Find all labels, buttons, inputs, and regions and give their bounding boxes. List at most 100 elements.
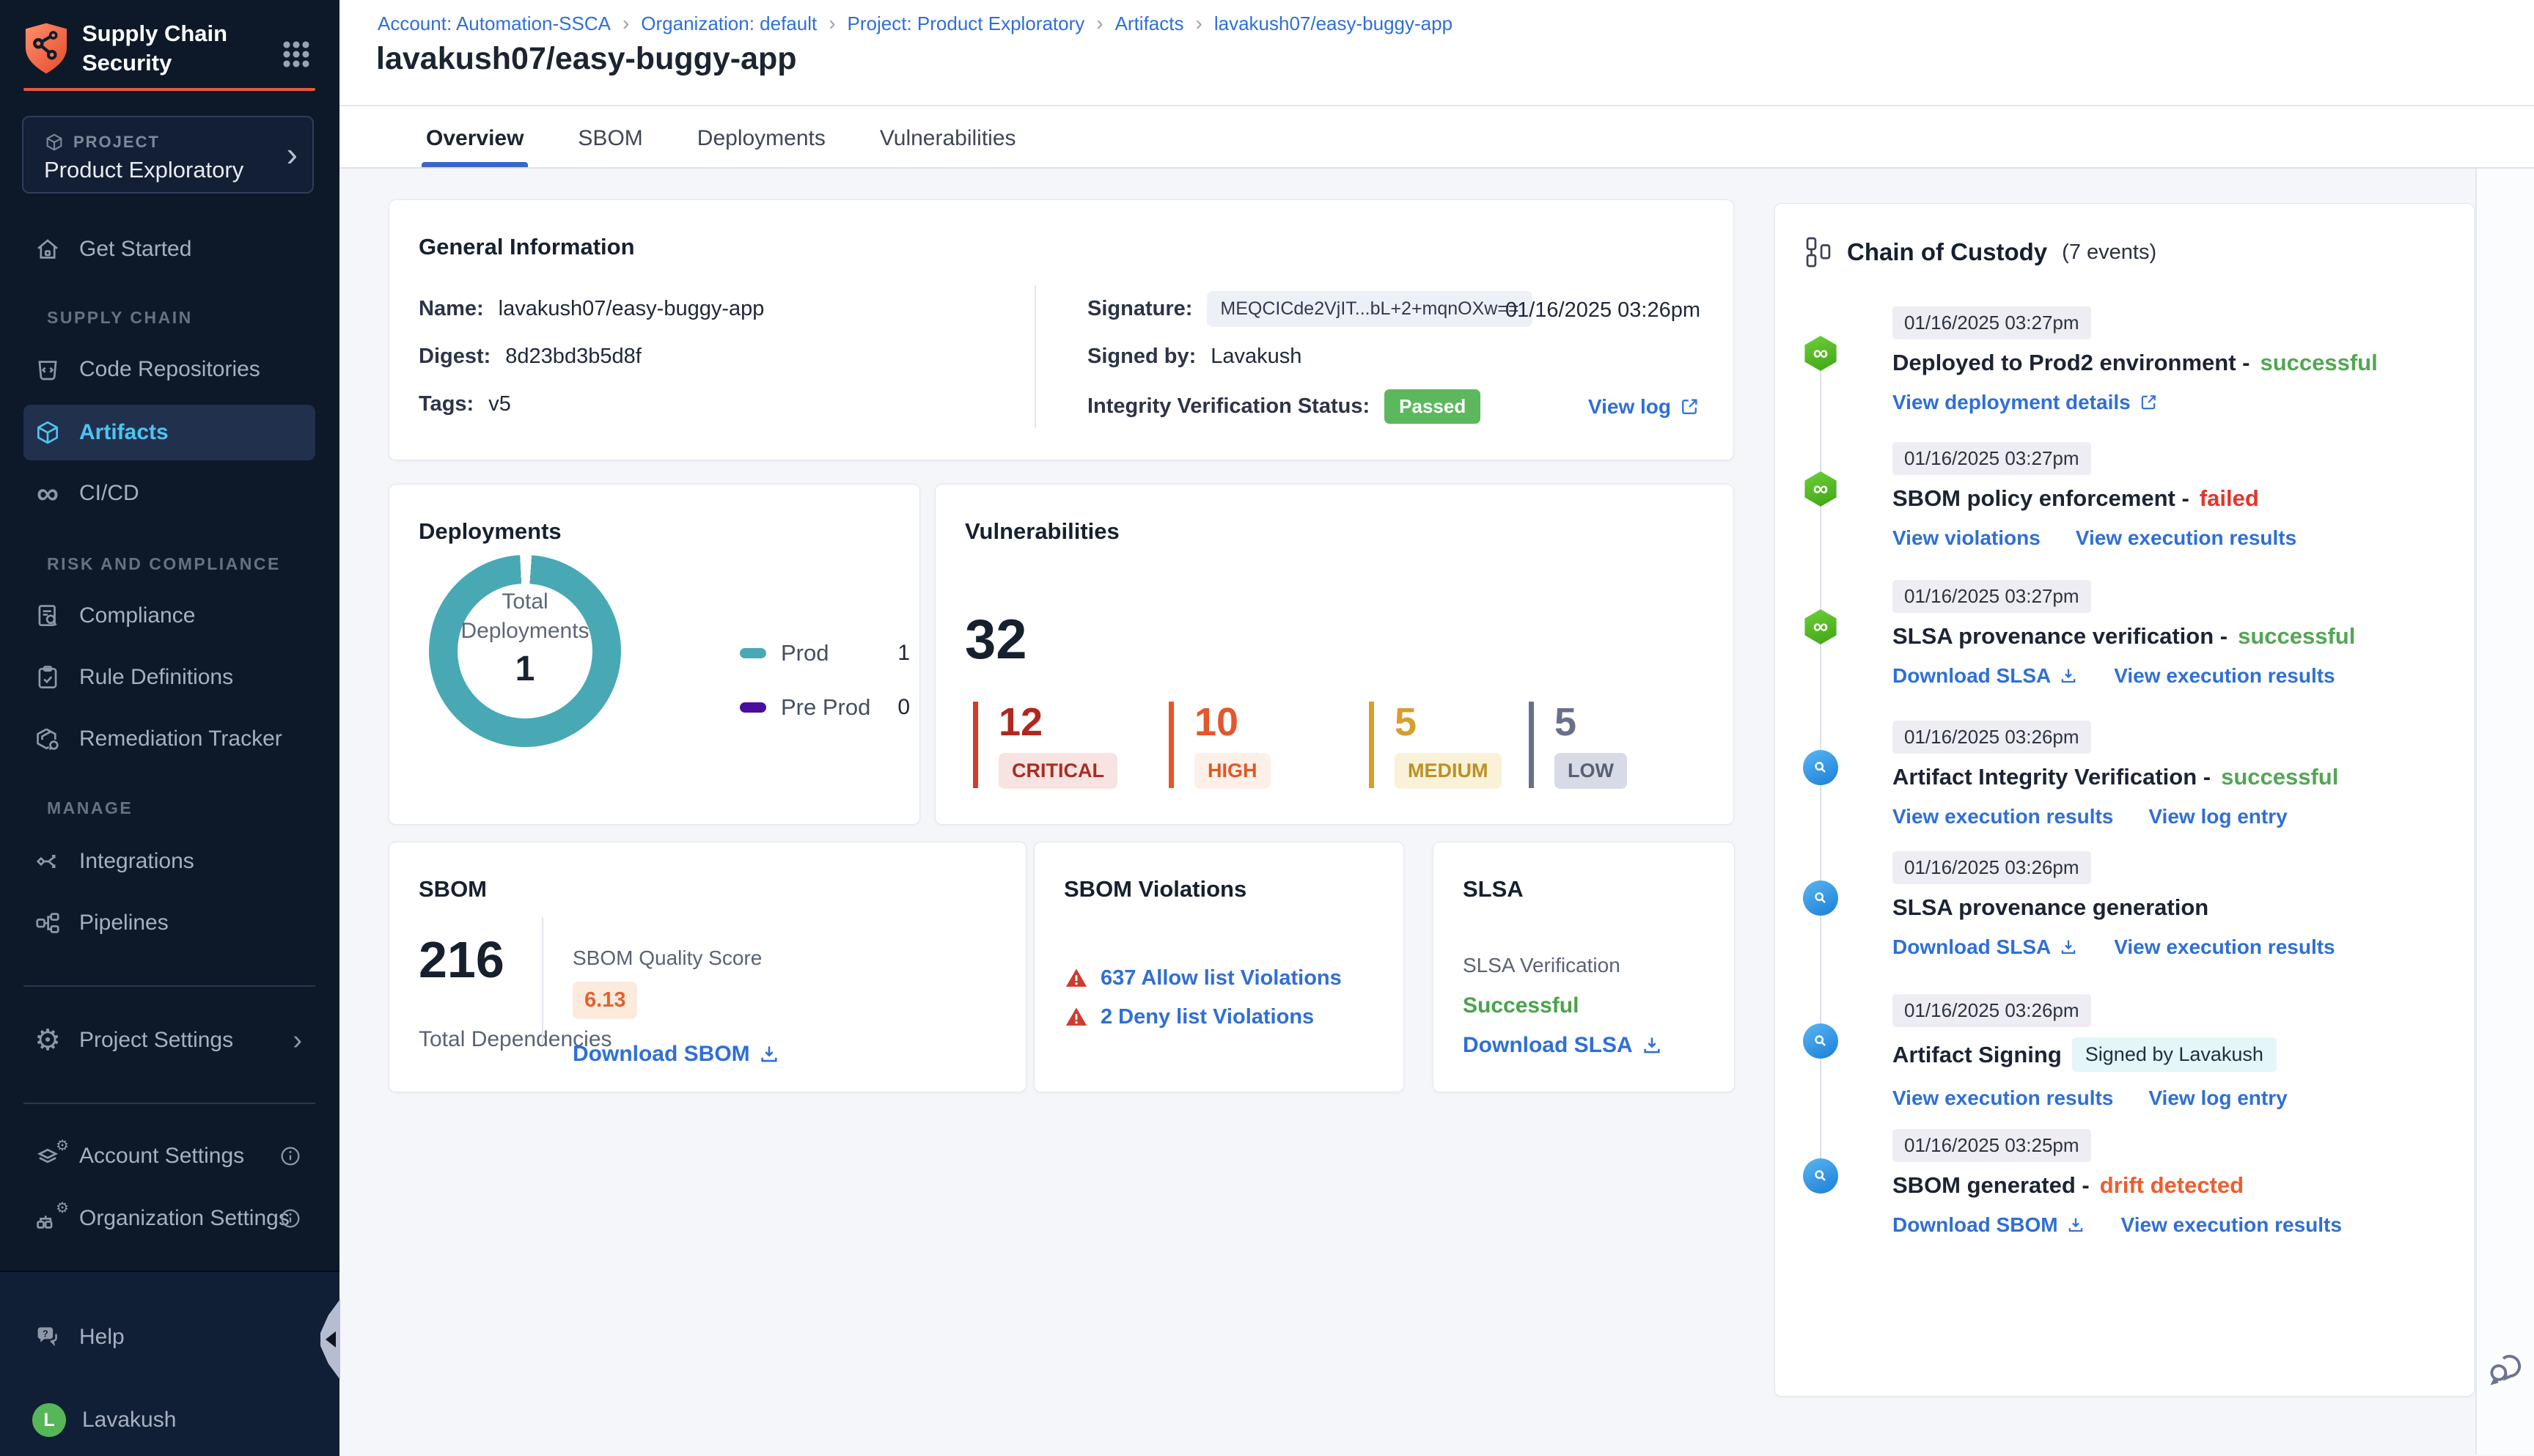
home-icon	[32, 235, 63, 263]
deny-list-violations-link[interactable]: 2 Deny list Violations	[1101, 1005, 1314, 1029]
download-slsa-link[interactable]: Download SLSA	[1892, 935, 2079, 959]
download-slsa-link[interactable]: Download SLSA	[1892, 664, 2079, 688]
info-icon[interactable]	[279, 1207, 302, 1230]
vertical-divider	[542, 917, 543, 1043]
download-slsa-link[interactable]: Download SLSA	[1463, 1033, 1664, 1058]
sidebar-item-help[interactable]: ? Help	[23, 1309, 315, 1365]
view-log-entry-link[interactable]: View log entry	[2148, 1087, 2287, 1110]
chat-feedback-icon[interactable]	[2484, 1347, 2527, 1390]
tab-overview[interactable]: Overview	[422, 110, 529, 167]
sidebar-item-code-repositories[interactable]: Code Repositories	[23, 342, 315, 397]
tags-row: Tags: v5	[419, 392, 511, 416]
tab-vulnerabilities[interactable]: Vulnerabilities	[875, 110, 1021, 167]
timeline-event: ∞ 01/16/2025 03:27pm SLSA provenance ver…	[1804, 580, 2442, 688]
info-icon[interactable]	[279, 1144, 302, 1168]
view-log-entry-link[interactable]: View log entry	[2148, 805, 2287, 828]
breadcrumb-separator: ›	[829, 12, 836, 34]
project-name: Product Exploratory	[44, 157, 244, 183]
scs-step-icon	[1803, 1023, 1838, 1059]
event-status: drift detected	[2099, 1172, 2244, 1198]
severity-low: 5 LOW	[1529, 702, 1627, 789]
sidebar-item-compliance[interactable]: Compliance	[23, 588, 315, 644]
view-violations-link[interactable]: View violations	[1892, 526, 2041, 550]
view-execution-results-link[interactable]: View execution results	[2114, 935, 2335, 959]
timeline-event: 01/16/2025 03:26pm Artifact Signing Sign…	[1803, 994, 2442, 1110]
sidebar-divider	[23, 1103, 315, 1104]
brand-accent-rule	[23, 88, 315, 91]
allow-list-violations-link[interactable]: 637 Allow list Violations	[1101, 966, 1342, 990]
brand: Supply Chain Security	[23, 19, 227, 78]
digest-value: 8d23bd3b5d8f	[505, 345, 642, 368]
breadcrumb-project[interactable]: Project: Product Exploratory	[848, 12, 1085, 35]
sidebar-item-integrations[interactable]: Integrations	[23, 834, 315, 889]
sidebar-item-artifacts[interactable]: Artifacts	[23, 405, 315, 460]
scroll-gutter	[2475, 169, 2534, 1455]
donut-center-label: Total Deployments 1	[429, 587, 621, 689]
event-status: successful	[2238, 623, 2356, 649]
sidebar-divider	[23, 985, 315, 987]
total-dependencies-value: 216	[419, 931, 504, 988]
chain-of-custody-card: Chain of Custody (7 events) ∞ 01/16/2025…	[1774, 203, 2475, 1397]
warning-icon	[1064, 966, 1089, 990]
section-manage: MANAGE	[47, 798, 133, 817]
general-information-card: General Information Name: lavakush07/eas…	[389, 199, 1734, 460]
sidebar-item-rule-definitions[interactable]: Rule Definitions	[23, 650, 315, 705]
download-sbom-link[interactable]: Download SBOM	[1892, 1213, 2086, 1237]
collapse-arrow-icon	[326, 1331, 336, 1347]
tab-deployments[interactable]: Deployments	[693, 110, 830, 167]
signature-value[interactable]: MEQCICde2VjIT...bL+2+mqnOXw==	[1207, 291, 1532, 327]
slsa-verification-label: SLSA Verification	[1463, 954, 1620, 977]
sidebar-bottom-panel: ? Help L Lavakush	[0, 1271, 339, 1456]
code-repo-icon	[32, 356, 63, 383]
header-divider	[339, 105, 2534, 106]
event-title: SLSA provenance verification - successfu…	[1892, 623, 2356, 649]
view-execution-results-link[interactable]: View execution results	[1892, 1087, 2113, 1110]
view-execution-results-link[interactable]: View execution results	[1892, 805, 2113, 828]
view-execution-results-link[interactable]: View execution results	[2076, 526, 2296, 550]
legend-item-prod[interactable]: Prod 1	[740, 640, 910, 666]
warning-icon	[1064, 1004, 1089, 1029]
project-selector[interactable]: PROJECT Product Exploratory ›	[22, 116, 314, 194]
signature-row: Signature: MEQCICde2VjIT...bL+2+mqnOXw==	[1087, 291, 1532, 327]
view-execution-results-link[interactable]: View execution results	[2121, 1213, 2342, 1237]
breadcrumb-account[interactable]: Account: Automation-SSCA	[378, 12, 611, 35]
breadcrumb-artifacts[interactable]: Artifacts	[1115, 12, 1184, 35]
svg-text:?: ?	[43, 1328, 48, 1339]
hierarchy-icon	[1804, 236, 1832, 268]
remediation-box-icon	[32, 725, 63, 753]
pipelines-icon	[32, 909, 63, 937]
view-deployment-details-link[interactable]: View deployment details	[1892, 391, 2159, 414]
sidebar-item-organization-settings[interactable]: ⚙ Organization Settings	[23, 1191, 315, 1246]
breadcrumb-organization[interactable]: Organization: default	[641, 12, 817, 35]
sidebar-item-pipelines[interactable]: Pipelines	[23, 895, 315, 951]
breadcrumb-artifact-name[interactable]: lavakush07/easy-buggy-app	[1214, 12, 1453, 35]
slsa-verification-status: Successful	[1463, 993, 1579, 1018]
card-title: Vulnerabilities	[965, 518, 1120, 544]
pipeline-step-icon: ∞	[1804, 336, 1837, 371]
event-timestamp: 01/16/2025 03:27pm	[1892, 580, 2091, 613]
digest-row: Digest: 8d23bd3b5d8f	[419, 345, 642, 368]
sbom-quality-score-label: SBOM Quality Score	[573, 946, 763, 969]
chevron-right-icon: ›	[293, 1024, 302, 1056]
project-label: PROJECT	[73, 133, 160, 151]
tab-sbom[interactable]: SBOM	[573, 110, 647, 167]
vulnerabilities-card: Vulnerabilities 32 12 CRITICAL 10 HIGH 5…	[935, 484, 1734, 825]
tags-value: v5	[488, 392, 511, 416]
view-log-link[interactable]: View log	[1588, 395, 1700, 419]
sidebar-item-remediation-tracker[interactable]: Remediation Tracker	[23, 711, 315, 767]
legend-item-pre-prod[interactable]: Pre Prod 0	[740, 694, 910, 721]
view-execution-results-link[interactable]: View execution results	[2114, 664, 2335, 688]
download-sbom-link[interactable]: Download SBOM	[573, 1042, 781, 1067]
app-switcher-icon[interactable]	[277, 35, 315, 73]
organization-settings-icon: ⚙	[32, 1200, 69, 1232]
sidebar-item-project-settings[interactable]: ⚙ Project Settings ›	[23, 1012, 315, 1068]
sidebar-item-account-settings[interactable]: ⚙ Account Settings	[23, 1128, 315, 1184]
help-chat-icon: ?	[32, 1323, 63, 1351]
card-title: Deployments	[419, 518, 562, 544]
artifact-name-value: lavakush07/easy-buggy-app	[498, 297, 765, 320]
sidebar-item-cicd[interactable]: ∞ CI/CD	[23, 466, 315, 521]
timeline-event: ∞ 01/16/2025 03:27pm SBOM policy enforce…	[1804, 442, 2442, 550]
user-menu[interactable]: L Lavakush	[23, 1392, 315, 1448]
sidebar-item-get-started[interactable]: Get Started	[23, 221, 315, 277]
artifacts-cube-icon	[32, 419, 63, 446]
